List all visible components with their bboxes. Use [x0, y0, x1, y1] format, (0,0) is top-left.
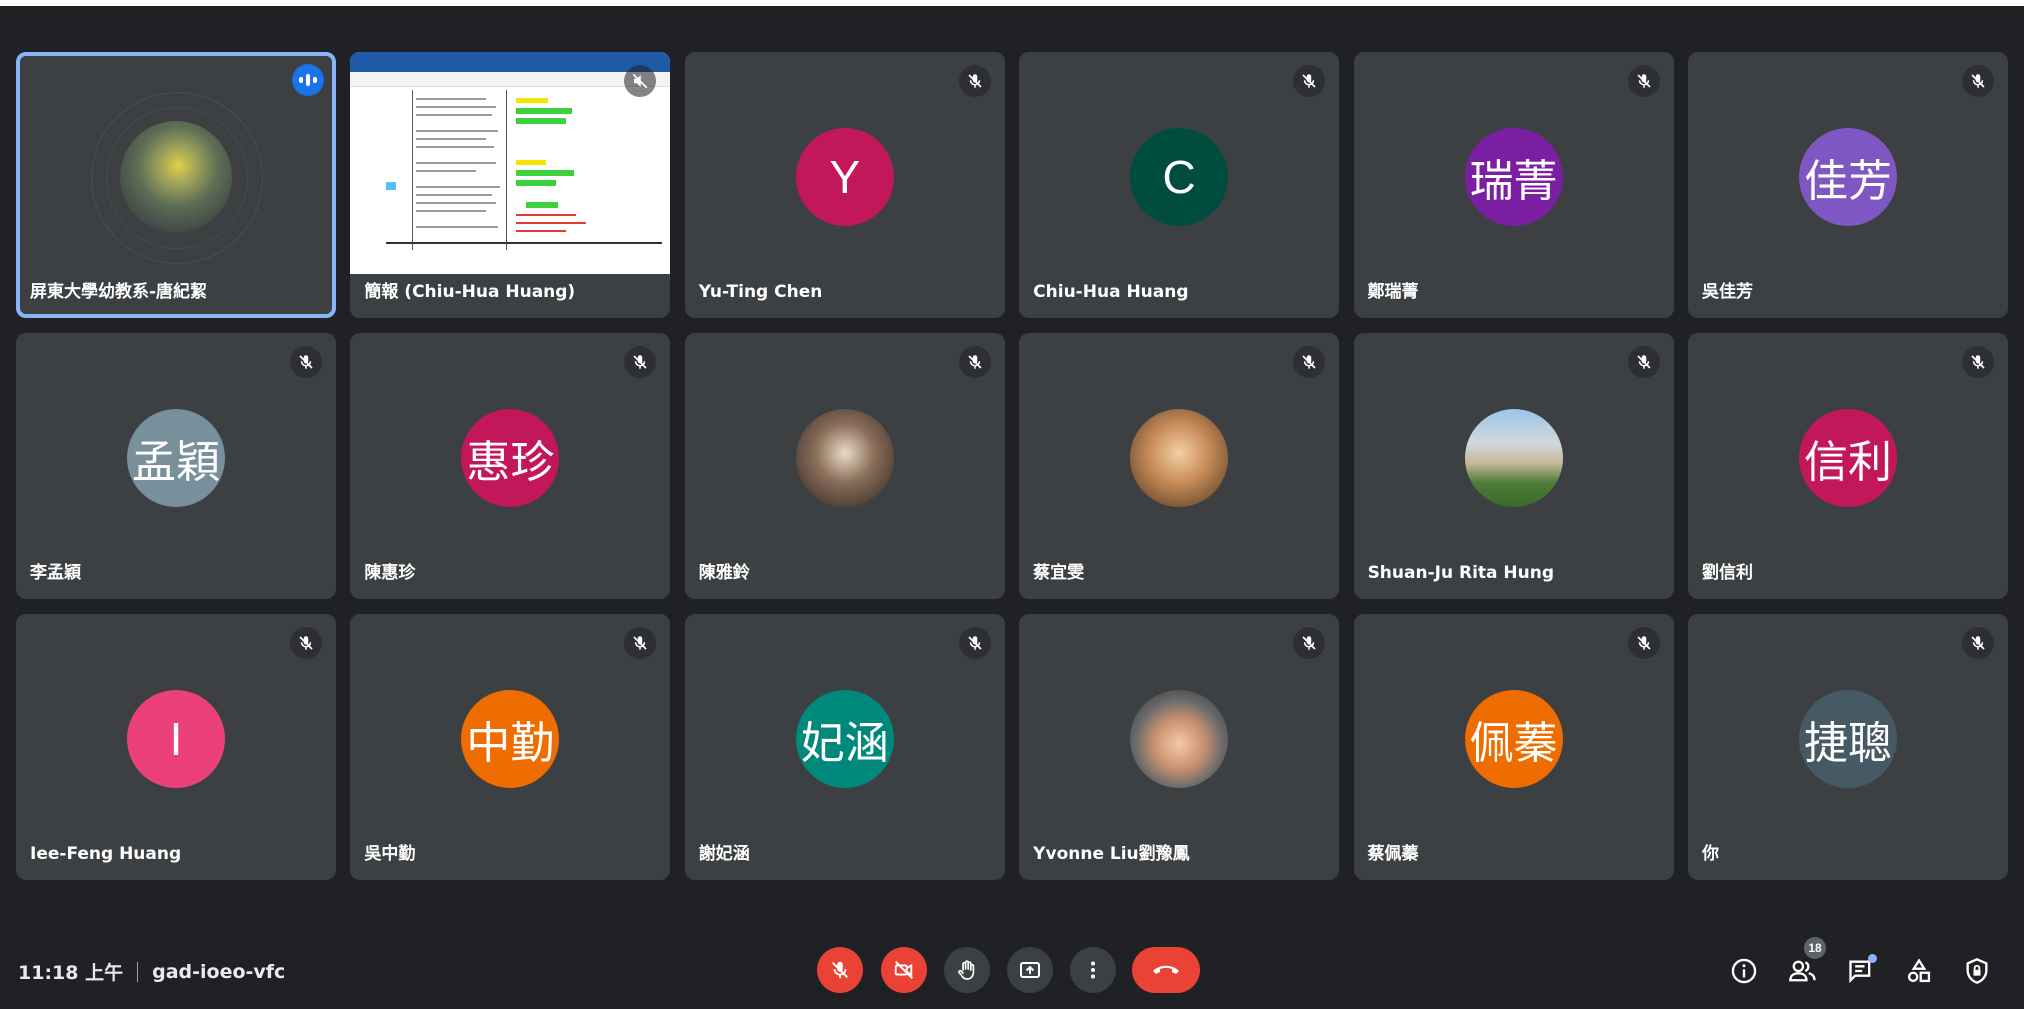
mic-off-icon	[1961, 627, 1994, 659]
participant-grid: 屏東大學幼教系-唐紀絜 簡報 (Chiu-Hua Huang) Y Yu-Tin…	[16, 52, 2008, 880]
participant-name: 蔡佩蓁	[1367, 844, 1419, 864]
hand-icon	[958, 960, 975, 980]
screenshare-content	[350, 52, 671, 274]
present-button[interactable]	[1007, 947, 1053, 993]
participant-name: 吳佳芳	[1701, 282, 1753, 302]
participant-tile[interactable]: 瑞菁 鄭瑞菁	[1353, 52, 1674, 318]
participant-name: Iee-Feng Huang	[30, 844, 182, 864]
avatar	[795, 409, 894, 507]
avatar	[1130, 409, 1229, 507]
participant-tile[interactable]: 惠珍 陳惠珍	[350, 333, 671, 599]
avatar: 佳芳	[1798, 128, 1897, 226]
avatar: C	[1130, 128, 1229, 226]
more-vert-icon	[1091, 961, 1095, 979]
avatar: 瑞菁	[1464, 128, 1563, 226]
participant-tile[interactable]: Yvonne Liu劉豫鳳	[1019, 614, 1340, 880]
unread-dot	[1868, 954, 1877, 963]
participant-name: 屏東大學幼教系-唐紀絜	[30, 282, 208, 302]
meeting-code: gad-ioeo-vfc	[152, 960, 286, 983]
participant-tile[interactable]: Y Yu-Ting Chen	[684, 52, 1005, 318]
meeting-info: 11:18 上午 gad-ioeo-vfc	[18, 958, 285, 985]
avatar: 孟穎	[127, 409, 225, 507]
mic-off-icon	[1627, 627, 1660, 659]
participant-name: 陳惠珍	[364, 563, 416, 583]
participant-name: 謝妃涵	[698, 844, 750, 864]
divider	[137, 961, 139, 982]
participant-tile[interactable]: 陳雅鈴	[684, 333, 1005, 599]
camera-toggle-button[interactable]	[881, 947, 927, 993]
avatar: 佩蓁	[1464, 690, 1563, 788]
participant-name: 蔡宜雯	[1033, 563, 1085, 583]
avatar: 信利	[1798, 409, 1897, 507]
participant-tile[interactable]: 信利 劉信利	[1687, 333, 2008, 599]
activities-button[interactable]	[1902, 954, 1936, 988]
participant-tile[interactable]: I Iee-Feng Huang	[16, 614, 336, 880]
mic-off-icon	[958, 65, 991, 97]
mic-off-icon	[1961, 346, 1994, 378]
participant-name: 陳雅鈴	[698, 563, 750, 583]
participant-name: 簡報 (Chiu-Hua Huang)	[364, 282, 576, 302]
avatar	[1464, 409, 1563, 507]
avatar: 妃涵	[795, 690, 894, 788]
call-end-icon	[1153, 965, 1179, 974]
participant-name: Chiu-Hua Huang	[1033, 282, 1189, 302]
more-options-button[interactable]	[1070, 947, 1116, 993]
mic-off-icon	[1293, 346, 1326, 378]
screenshare-tile[interactable]: 簡報 (Chiu-Hua Huang)	[350, 52, 671, 318]
avatar	[120, 121, 232, 233]
mic-off-icon	[1293, 65, 1326, 97]
participant-tile[interactable]: 蔡宜雯	[1019, 333, 1340, 599]
participant-tile[interactable]: 佳芳 吳佳芳	[1687, 52, 2008, 318]
avatar: 捷聰	[1798, 690, 1897, 788]
mic-off-icon	[958, 346, 991, 378]
top-edge	[0, 0, 2024, 6]
mic-off-icon	[624, 627, 657, 659]
avatar: 惠珍	[461, 409, 560, 507]
participant-tile[interactable]: 妃涵 謝妃涵	[684, 614, 1005, 880]
participant-name: 你	[1701, 844, 1719, 864]
mic-toggle-button[interactable]	[817, 947, 863, 993]
mic-off-icon	[290, 346, 322, 378]
host-controls-button[interactable]	[1960, 954, 1994, 988]
raise-hand-button[interactable]	[944, 947, 990, 993]
meeting-details-button[interactable]	[1727, 954, 1761, 988]
self-tile[interactable]: 捷聰 你	[1687, 614, 2008, 880]
avatar: I	[127, 690, 225, 788]
participant-tile[interactable]: 中勤 吳中勤	[350, 614, 671, 880]
shield-lock-icon	[1966, 958, 1988, 984]
mic-off-icon	[1293, 627, 1326, 659]
avatar	[1130, 690, 1229, 788]
people-button[interactable]	[1786, 954, 1820, 988]
participant-name: Yu-Ting Chen	[698, 282, 823, 302]
leave-call-button[interactable]	[1132, 947, 1200, 993]
info-icon	[1731, 958, 1757, 984]
avatar: Y	[795, 128, 894, 226]
participant-name: 劉信利	[1701, 563, 1753, 583]
meeting-time: 11:18 上午	[18, 962, 124, 984]
participant-name: 鄭瑞菁	[1367, 282, 1419, 302]
avatar: 中勤	[461, 690, 560, 788]
mic-off-icon	[1961, 65, 1994, 97]
participant-count-badge: 18	[1804, 937, 1826, 959]
mic-off-icon	[831, 961, 849, 979]
speaking-indicator-icon	[292, 64, 324, 96]
participant-name: Shuan-Ju Rita Hung	[1367, 563, 1555, 583]
participant-tile[interactable]: 佩蓁 蔡佩蓁	[1353, 614, 1674, 880]
camera-off-icon	[894, 961, 913, 979]
participant-tile[interactable]: 孟穎 李孟穎	[16, 333, 336, 599]
mic-off-icon	[1627, 65, 1660, 97]
people-icon	[1789, 960, 1816, 982]
participant-tile[interactable]: Shuan-Ju Rita Hung	[1353, 333, 1674, 599]
participant-tile[interactable]: 屏東大學幼教系-唐紀絜	[16, 52, 336, 318]
mic-off-icon	[958, 627, 991, 659]
participant-tile[interactable]: C Chiu-Hua Huang	[1019, 52, 1340, 318]
mic-off-icon	[290, 627, 322, 659]
mic-off-icon	[624, 346, 657, 378]
participant-name: 李孟穎	[30, 563, 81, 583]
present-icon	[1020, 962, 1040, 978]
participant-name: 吳中勤	[364, 844, 416, 864]
mic-off-icon	[1627, 346, 1660, 378]
activities-icon	[1907, 958, 1931, 983]
participant-name: Yvonne Liu劉豫鳳	[1033, 844, 1190, 864]
